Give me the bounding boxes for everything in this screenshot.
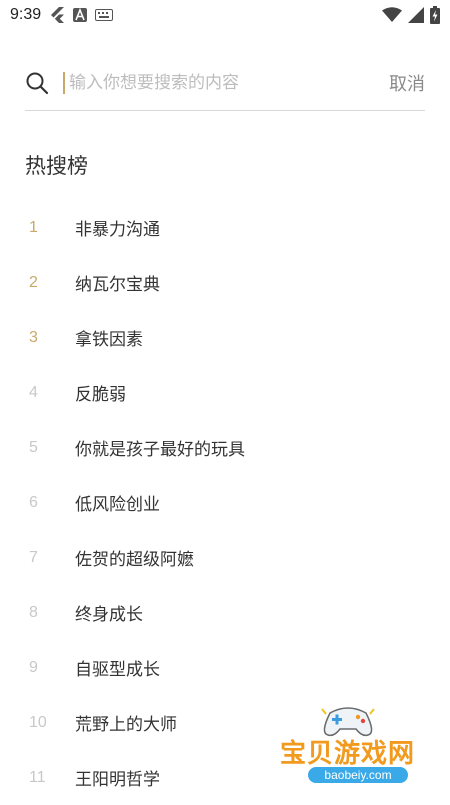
a-badge-icon: [73, 8, 88, 22]
rank-number: 11: [29, 768, 46, 786]
keyboard-icon: [95, 9, 114, 21]
hot-item-label: 荒野上的大师: [75, 715, 177, 735]
search-input[interactable]: [69, 73, 359, 93]
rank-number: 2: [29, 273, 38, 291]
search-icon: [26, 72, 49, 95]
rank-number: 8: [29, 603, 38, 621]
search-bar: 取消: [25, 56, 425, 111]
status-bar-right: [382, 6, 440, 24]
hot-item-label: 非暴力沟通: [75, 220, 160, 240]
hot-item-label: 你就是孩子最好的玩具: [75, 440, 245, 460]
rank-number: 9: [29, 658, 38, 676]
watermark-logo: 宝贝游戏网 baobeiy.com: [270, 705, 450, 800]
hot-item-label: 自驱型成长: [75, 660, 160, 680]
flutter-icon: [51, 7, 65, 23]
hot-item[interactable]: 7 佐贺的超级阿嬷: [25, 530, 425, 585]
signal-icon: [408, 7, 424, 23]
hot-item-label: 反脆弱: [75, 385, 126, 405]
hot-item[interactable]: 4 反脆弱: [25, 365, 425, 420]
rank-number: 5: [29, 438, 38, 456]
rank-number: 1: [29, 218, 38, 236]
status-time: 9:39: [10, 6, 42, 23]
text-cursor: [63, 72, 65, 94]
watermark-url: baobeiy.com: [308, 767, 408, 783]
rank-number: 3: [29, 328, 38, 346]
rank-number: 6: [29, 493, 38, 511]
hot-item[interactable]: 9 自驱型成长: [25, 640, 425, 695]
cancel-button[interactable]: 取消: [389, 70, 425, 96]
hot-item-label: 纳瓦尔宝典: [75, 275, 160, 295]
hot-item-label: 佐贺的超级阿嬷: [75, 550, 194, 570]
status-bar: 9:39: [0, 0, 450, 30]
hot-item[interactable]: 6 低风险创业: [25, 475, 425, 530]
hot-item-label: 低风险创业: [75, 495, 160, 515]
hot-item-label: 拿铁因素: [75, 330, 143, 350]
hot-item-label: 终身成长: [75, 605, 143, 625]
notification-icons: [51, 7, 114, 23]
rank-number: 4: [29, 383, 38, 401]
rank-number: 7: [29, 548, 38, 566]
hot-item-label: 王阳明哲学: [75, 770, 160, 790]
hot-item[interactable]: 5 你就是孩子最好的玩具: [25, 420, 425, 475]
hot-item[interactable]: 2 纳瓦尔宝典: [25, 255, 425, 310]
battery-charging-icon: [430, 6, 440, 24]
hot-item[interactable]: 8 终身成长: [25, 585, 425, 640]
watermark-title: 宝贝游戏网: [280, 739, 416, 769]
hot-item[interactable]: 3 拿铁因素: [25, 310, 425, 365]
rank-number: 10: [29, 713, 47, 731]
status-bar-left: 9:39: [10, 6, 114, 24]
hot-item[interactable]: 1 非暴力沟通: [25, 200, 425, 255]
wifi-icon: [382, 7, 402, 22]
hot-search-title: 热搜榜: [25, 154, 88, 178]
